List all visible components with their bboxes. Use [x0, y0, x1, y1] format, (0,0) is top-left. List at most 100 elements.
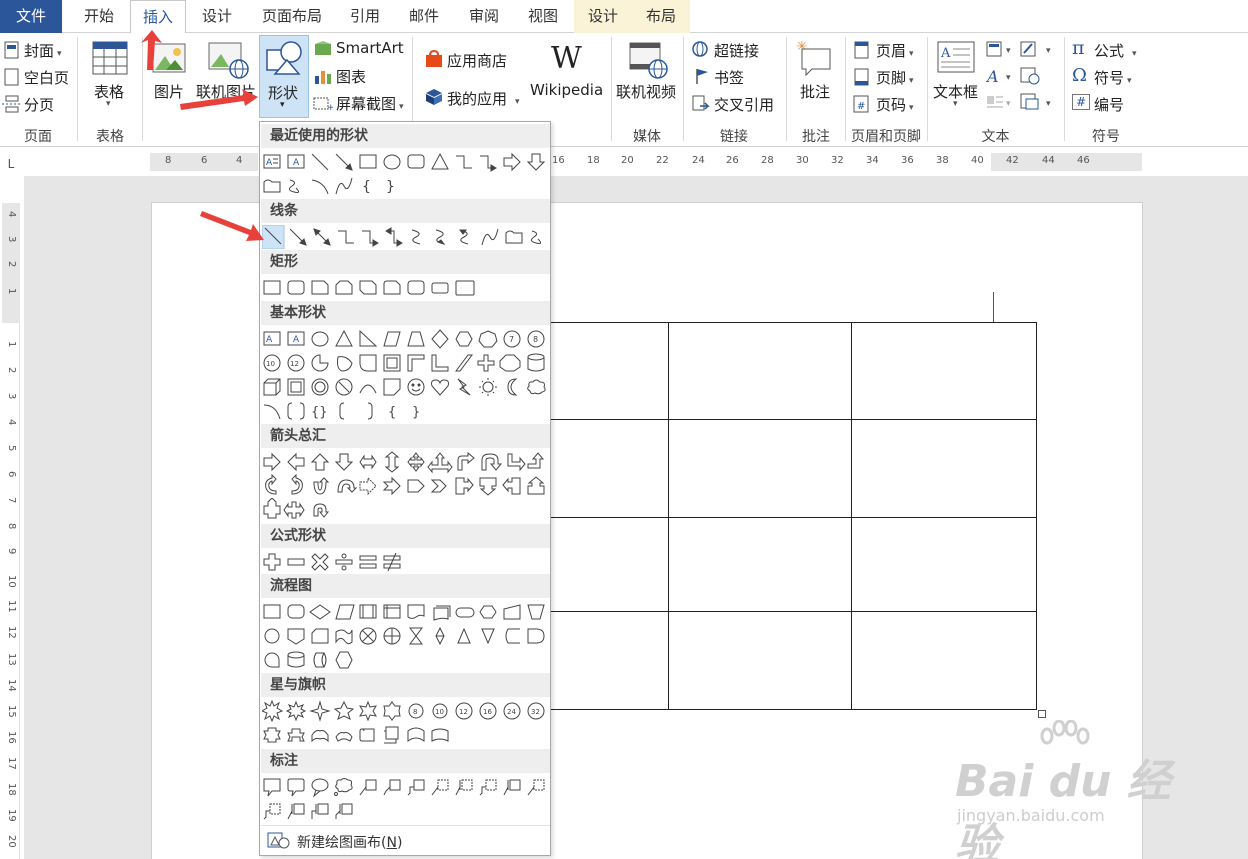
svg-text:▾: ▾ [1006, 73, 1011, 83]
page-number-button[interactable]: 页码 ▾ [876, 94, 914, 115]
online-video-button[interactable]: 联机视频 [616, 81, 676, 102]
ruler-tick-label: 8 [6, 523, 17, 530]
ruler-tick-label: 7 [6, 497, 17, 504]
picture-button[interactable]: 图片 [154, 81, 184, 102]
wordart-icon[interactable]: A ▾ [985, 67, 1016, 89]
tab-stop-selector[interactable]: L [0, 153, 22, 175]
picture-icon[interactable] [150, 41, 188, 81]
my-apps-button[interactable]: 我的应用 ▾ [447, 88, 520, 109]
online-picture-icon[interactable] [207, 41, 249, 83]
bookmark-button[interactable]: 书签 [714, 67, 744, 88]
smartart-icon [314, 41, 332, 61]
cross-reference-button[interactable]: 交叉引用 [714, 94, 774, 115]
stars-banners-row: 8 10 12 16 24 32 [262, 699, 550, 723]
tab-table-layout[interactable]: 布局 [632, 0, 690, 33]
svg-text:12: 12 [459, 708, 468, 716]
block-arrows-row [262, 498, 550, 522]
table-cell[interactable] [667, 516, 853, 612]
blank-page-button[interactable]: 空白页 [24, 67, 69, 88]
tab-references[interactable]: 引用 [340, 0, 390, 33]
table-cell[interactable] [851, 419, 1037, 518]
ruler-tick-label: 13 [6, 653, 17, 666]
cover-page-button[interactable]: 封面 ▾ [24, 40, 62, 61]
ruler-tick-label: 11 [6, 600, 17, 613]
table-cell[interactable] [550, 321, 669, 421]
table-resize-handle[interactable] [1038, 710, 1046, 718]
tab-mailings[interactable]: 邮件 [398, 0, 450, 33]
tab-page-layout[interactable]: 页面布局 [250, 0, 334, 33]
margin-corner-mark [993, 292, 1023, 323]
object-icon[interactable]: ▾ [1020, 93, 1058, 115]
tab-view[interactable]: 视图 [516, 0, 570, 33]
textbox-icon[interactable]: A [937, 41, 975, 79]
table-cell[interactable] [550, 610, 669, 711]
comment-button[interactable]: 批注 [800, 81, 830, 102]
equation-icon: π [1072, 37, 1085, 59]
smartart-button[interactable]: SmartArt [336, 39, 404, 57]
wikipedia-icon: W [551, 41, 582, 76]
tab-review[interactable]: 审阅 [458, 0, 510, 33]
footer-button[interactable]: 页脚 ▾ [876, 67, 914, 88]
table-row [550, 419, 1037, 518]
online-picture-button[interactable]: 联机图片 [196, 81, 256, 102]
callouts-row [262, 799, 550, 823]
numbering-icon: # [1072, 94, 1090, 110]
table-cell[interactable] [550, 419, 669, 518]
ruler-tick-label: 2 [6, 367, 17, 374]
ruler-tick-label: 1 [6, 288, 17, 295]
svg-text:{: { [388, 405, 396, 420]
table-icon[interactable] [92, 41, 128, 79]
svg-text:12: 12 [290, 360, 299, 368]
basic-shapes-row: {} { } [262, 399, 550, 423]
table-dropdown-icon[interactable]: ▾ [106, 99, 111, 109]
recent-shapes-row: { } [262, 174, 550, 198]
tab-design[interactable]: 设计 [190, 0, 244, 33]
watermark-brand: Bai du 经验 [955, 756, 1171, 859]
wikipedia-button[interactable]: Wikipedia [530, 81, 603, 99]
symbol-button[interactable]: 符号 ▾ [1094, 67, 1132, 88]
shapes-button[interactable]: 形状 ▾ [259, 35, 309, 118]
media-group-label: 媒体 [633, 129, 661, 145]
new-drawing-canvas-label: 新建绘图画布(N) [297, 835, 403, 851]
table-cell[interactable] [667, 610, 853, 711]
chart-button[interactable]: 图表 [336, 66, 366, 87]
textbox-dropdown-icon[interactable]: ▾ [953, 99, 958, 109]
svg-text:}: } [386, 179, 395, 195]
screenshot-button[interactable]: 屏幕截图 ▾ [336, 93, 404, 114]
ruler-tick-label: 19 [6, 809, 17, 822]
numbering-button[interactable]: 编号 [1094, 94, 1124, 115]
basic-shapes-row [262, 375, 550, 399]
table-cell[interactable] [667, 321, 853, 421]
tab-file[interactable]: 文件 [0, 0, 62, 33]
quick-parts-icon[interactable]: ▾ [986, 41, 1016, 61]
header-button[interactable]: 页眉 ▾ [876, 40, 914, 61]
date-time-icon[interactable] [1020, 67, 1044, 89]
hyperlink-button[interactable]: 超链接 [714, 40, 759, 61]
drop-cap-icon[interactable]: ▾ [986, 93, 1016, 115]
table-row [550, 516, 1037, 612]
svg-text:#: # [857, 101, 865, 112]
ruler-tick-label: 28 [761, 155, 774, 166]
ruler-tick-label: 24 [692, 155, 705, 166]
table-cell[interactable] [550, 516, 669, 612]
page-break-icon [2, 95, 22, 117]
table-cell[interactable] [851, 321, 1037, 421]
store-button[interactable]: 应用商店 [447, 50, 507, 71]
tab-insert[interactable]: 插入 [130, 0, 186, 34]
vertical-ruler[interactable]: 4 3 2 1 1 2 3 4 5 6 7 8 9 10 11 12 13 14 15 16 17 18 19 20 [2, 203, 20, 859]
online-video-icon[interactable] [628, 41, 670, 83]
tab-home[interactable]: 开始 [70, 0, 128, 33]
equation-button[interactable]: 公式 ▾ [1094, 40, 1137, 61]
new-drawing-canvas-item[interactable]: 新建绘图画布(N) [261, 825, 550, 855]
table-cell[interactable] [851, 610, 1037, 711]
page-break-button[interactable]: 分页 [24, 94, 54, 115]
comment-icon[interactable]: ✳ [796, 39, 834, 81]
section-block-arrows: 箭头总汇 [261, 424, 550, 448]
table-cell[interactable] [851, 516, 1037, 612]
page-number-icon: # [853, 95, 871, 117]
document-table[interactable] [550, 321, 1037, 711]
svg-text:▾: ▾ [1006, 46, 1011, 56]
tab-table-design[interactable]: 设计 [574, 0, 632, 33]
signature-line-icon[interactable]: ▾ [1020, 41, 1058, 61]
table-cell[interactable] [667, 419, 853, 518]
